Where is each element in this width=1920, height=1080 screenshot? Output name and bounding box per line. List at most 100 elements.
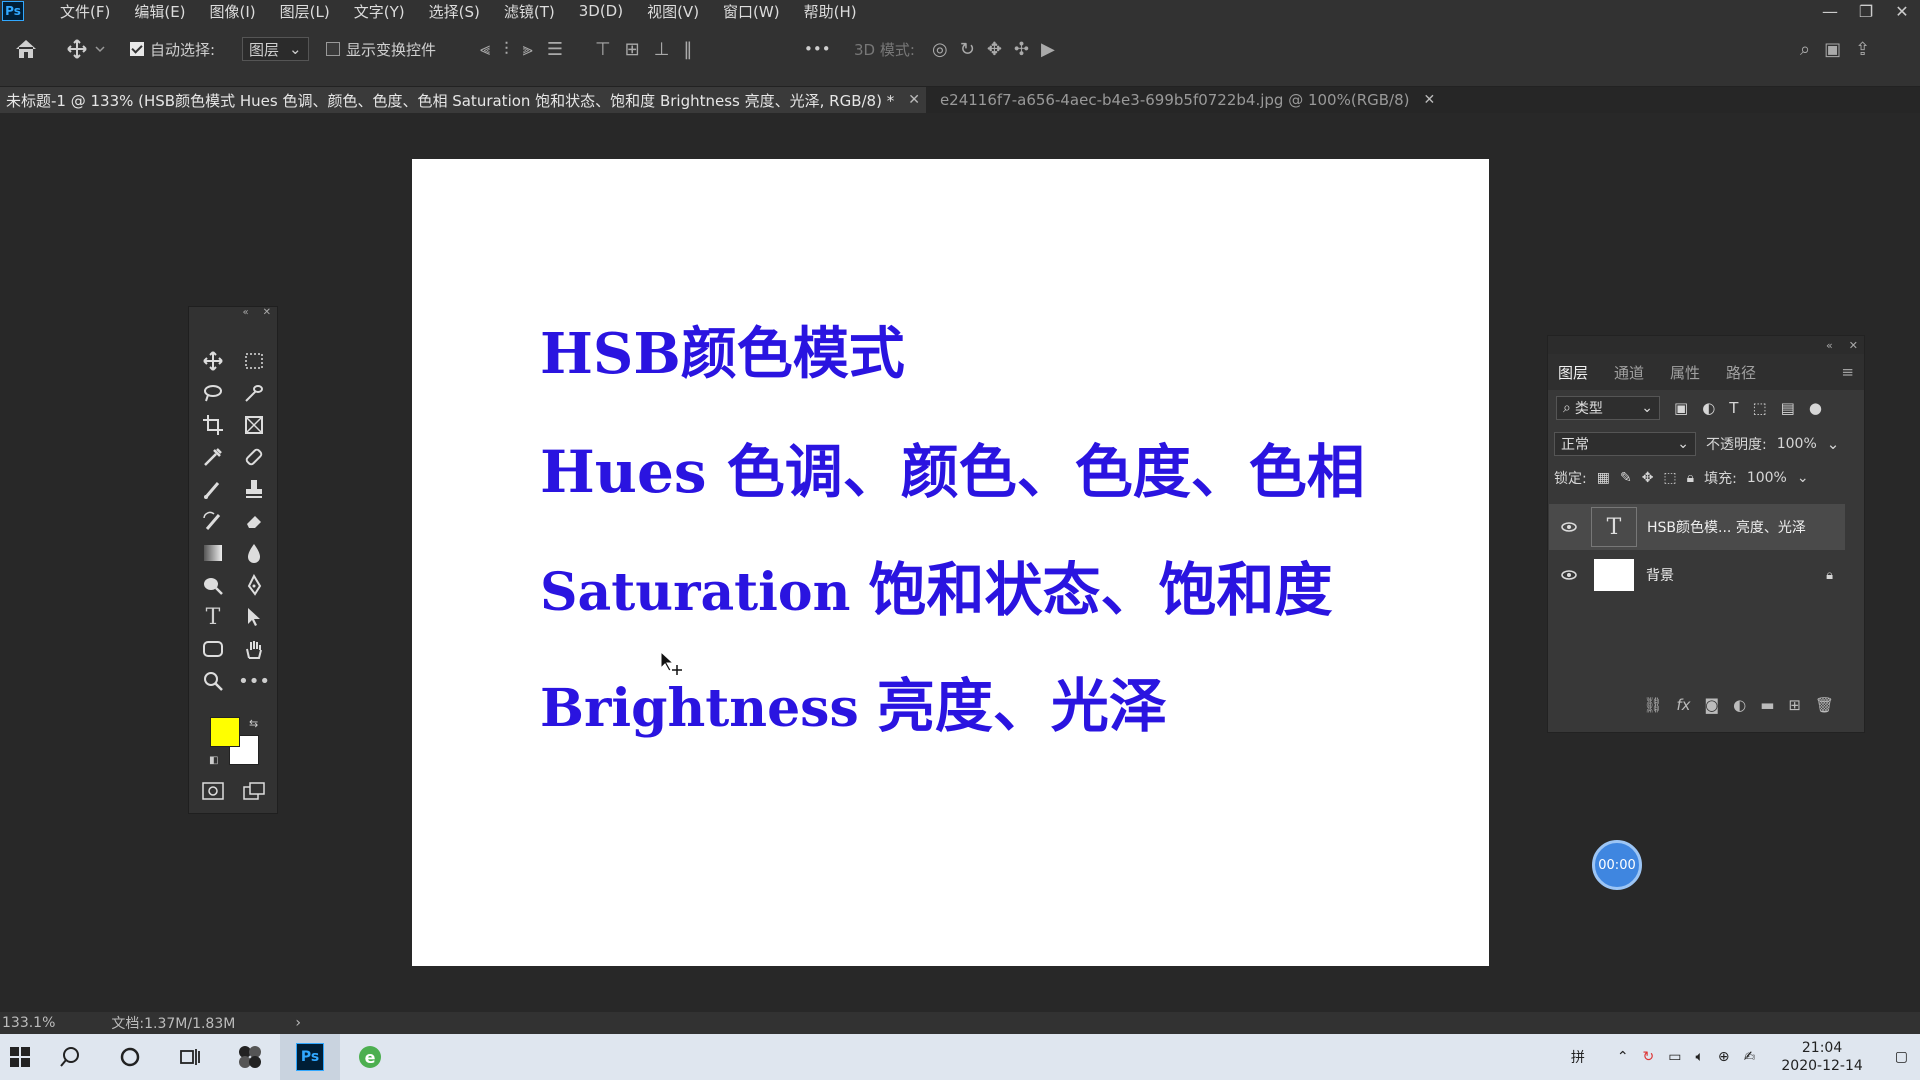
menu-file[interactable]: 文件(F) [48, 1, 122, 22]
share-icon[interactable]: ⇪ [1855, 39, 1870, 60]
eraser-tool-icon[interactable] [239, 507, 269, 535]
menu-view[interactable]: 视图(V) [635, 1, 711, 22]
checkbox-unchecked-icon[interactable] [326, 42, 340, 56]
restore-icon[interactable]: ❐ [1848, 0, 1884, 22]
fill-value[interactable]: 100% [1747, 470, 1787, 486]
search-icon[interactable] [40, 1034, 100, 1080]
camera-3d-icon[interactable]: ▶ [1041, 39, 1055, 60]
layer-row-text[interactable]: T HSB颜色模... 亮度、光泽 [1549, 504, 1845, 550]
filter-toggle-icon[interactable]: ● [1809, 399, 1822, 417]
opacity-value[interactable]: 100% [1777, 436, 1817, 452]
new-group-icon[interactable]: ▬ [1760, 696, 1774, 714]
tab-jpg[interactable]: e24116f7-a656-4aec-b4e3-699b5f0722b4.jpg… [934, 87, 1441, 113]
align-middle-icon[interactable]: ⊞ [625, 39, 640, 60]
distribute-icon[interactable]: ☰ [547, 39, 563, 60]
move-tool-icon[interactable] [198, 347, 228, 375]
roll-3d-icon[interactable]: ↻ [960, 39, 975, 60]
lock-all-icon[interactable]: 🔒︎ [1687, 470, 1694, 486]
filter-pixel-icon[interactable]: ▣ [1674, 399, 1688, 417]
filter-shape-icon[interactable]: ⬚ [1752, 399, 1766, 417]
type-tool-icon[interactable]: T [198, 603, 228, 631]
cortana-icon[interactable] [100, 1034, 160, 1080]
foreground-color-swatch-top[interactable] [210, 717, 240, 747]
lock-pixels-icon[interactable]: ✎ [1620, 470, 1632, 486]
pen-tool-icon[interactable] [239, 571, 269, 599]
tab-properties[interactable]: 属性 [1670, 362, 1700, 383]
new-layer-icon[interactable]: ⊞ [1788, 696, 1801, 714]
status-arrow-icon[interactable]: › [295, 1015, 301, 1031]
close-tab-icon[interactable]: ✕ [1424, 92, 1436, 108]
recording-timer[interactable]: 00:00 [1592, 840, 1642, 890]
menu-edit[interactable]: 编辑(E) [122, 1, 197, 22]
rectangle-tool-icon[interactable] [198, 635, 228, 663]
close-icon[interactable]: ✕ [263, 307, 271, 321]
app-icon[interactable] [220, 1034, 280, 1080]
more-tools-icon[interactable]: ••• [238, 667, 270, 695]
clock[interactable]: 21:04 2020-12-14 [1781, 1039, 1862, 1075]
zoom-level[interactable]: 133.1% [2, 1015, 55, 1031]
marquee-tool-icon[interactable] [239, 347, 269, 375]
tab-untitled-1[interactable]: 未标题-1 @ 133% (HSB颜色模式 Hues 色调、颜色、色度、色相 S… [0, 87, 926, 113]
lasso-tool-icon[interactable] [198, 379, 228, 407]
menu-layer[interactable]: 图层(L) [268, 1, 342, 22]
task-view-icon[interactable] [160, 1034, 220, 1080]
collapse-icon[interactable]: « [1826, 339, 1833, 352]
minimize-icon[interactable]: — [1812, 0, 1848, 22]
menu-type[interactable]: 文字(Y) [342, 1, 417, 22]
panel-menu-icon[interactable]: ≡ [1841, 363, 1854, 381]
show-transform-checkbox[interactable]: 显示变换控件 [326, 37, 436, 61]
auto-select-target-dropdown[interactable]: 图层 ⌄ [242, 37, 309, 61]
eyedropper-tool-icon[interactable] [198, 443, 228, 471]
zoom-tool-icon[interactable] [198, 667, 228, 695]
menu-select[interactable]: 选择(S) [417, 1, 492, 22]
tab-layers[interactable]: 图层 [1558, 362, 1588, 383]
align-bottom-icon[interactable]: ⊥ [654, 39, 670, 60]
browser-icon[interactable]: e [340, 1034, 400, 1080]
volume-icon[interactable]: 🔈︎ [1696, 1049, 1704, 1065]
orbit-3d-icon[interactable]: ◎ [932, 39, 948, 60]
crop-tool-icon[interactable] [198, 411, 228, 439]
layer-filter-dropdown[interactable]: ⌕ 类型 ⌄ [1556, 396, 1660, 420]
pan-3d-icon[interactable]: ✥ [987, 39, 1002, 60]
menu-image[interactable]: 图像(I) [198, 1, 268, 22]
add-mask-icon[interactable]: ◙ [1705, 696, 1720, 714]
pen-icon[interactable]: ✍︎ [1744, 1049, 1756, 1065]
quick-selection-tool-icon[interactable] [239, 379, 269, 407]
document-canvas[interactable]: HSB颜色模式 Hues 色调、颜色、色度、色相 Saturation 饱和状态… [412, 159, 1489, 966]
delete-layer-icon[interactable]: 🗑︎ [1815, 696, 1834, 714]
filter-smart-object-icon[interactable]: ▤ [1781, 399, 1795, 417]
auto-select-checkbox[interactable]: 自动选择: [130, 37, 215, 61]
photoshop-logo-icon[interactable]: Ps [2, 1, 24, 21]
home-icon[interactable] [14, 37, 38, 61]
lock-position-icon[interactable]: ✥ [1642, 470, 1654, 486]
menu-3d[interactable]: 3D(D) [567, 2, 635, 20]
layer-row-background[interactable]: 背景 🔒︎ [1549, 552, 1845, 598]
close-tab-icon[interactable]: ✕ [908, 92, 920, 108]
hand-tool-icon[interactable] [239, 635, 269, 663]
network-globe-icon[interactable]: ⊕ [1718, 1049, 1730, 1065]
chevron-down-icon[interactable]: ⌄ [1827, 435, 1840, 453]
move-tool-icon[interactable] [66, 37, 106, 61]
menu-help[interactable]: 帮助(H) [792, 1, 869, 22]
close-icon[interactable]: ✕ [1884, 0, 1920, 22]
search-icon[interactable]: ⌕ [1800, 39, 1810, 60]
path-selection-tool-icon[interactable] [239, 603, 269, 631]
eye-icon[interactable] [1559, 565, 1579, 585]
checkbox-checked-icon[interactable] [130, 42, 144, 56]
adjustment-layer-icon[interactable]: ◐ [1733, 696, 1746, 714]
swap-colors-icon[interactable]: ⇆ [249, 717, 258, 730]
tab-channels[interactable]: 通道 [1614, 362, 1644, 383]
eye-icon[interactable] [1559, 517, 1579, 537]
link-layers-icon[interactable]: ⛓ [1643, 696, 1662, 714]
brush-tool-icon[interactable] [198, 475, 228, 503]
menu-window[interactable]: 窗口(W) [711, 1, 792, 22]
collapse-icon[interactable]: « [242, 307, 248, 321]
battery-icon[interactable]: ▭ [1668, 1049, 1681, 1065]
distribute-vertical-icon[interactable]: ‖ [683, 39, 692, 60]
close-icon[interactable]: ✕ [1849, 339, 1858, 352]
fx-icon[interactable]: fx [1676, 696, 1690, 714]
more-options-button[interactable]: ••• [804, 37, 831, 61]
sync-icon[interactable]: ↻ [1643, 1049, 1655, 1065]
tab-paths[interactable]: 路径 [1726, 362, 1756, 383]
align-right-icon[interactable]: ⫸ [523, 39, 533, 60]
